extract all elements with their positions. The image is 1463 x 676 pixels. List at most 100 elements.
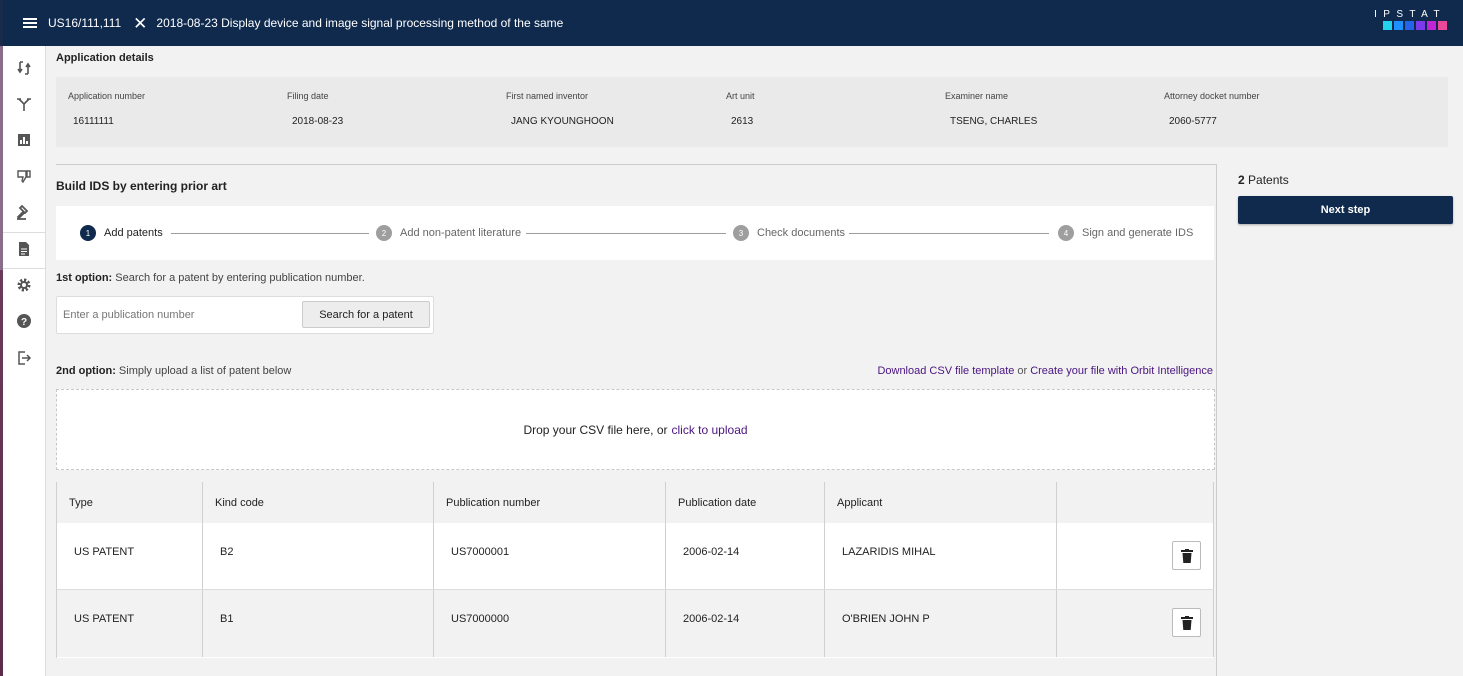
- chart-icon[interactable]: [14, 130, 34, 150]
- hamburger-menu-icon[interactable]: [23, 18, 37, 28]
- option-1-text: 1st option: Search for a patent by enter…: [56, 272, 365, 284]
- patents-table: Type Kind code Publication number Public…: [56, 482, 1214, 658]
- step-add-non-patent-literature[interactable]: 2 Add non-patent literature: [376, 225, 521, 241]
- logo-square: [1383, 21, 1392, 30]
- column-header-text: Type: [69, 497, 93, 509]
- application-details: Application number 16111111 Filing date …: [56, 77, 1448, 147]
- table-cell: US7000000: [434, 590, 666, 657]
- detail-label: First named inventor: [506, 91, 589, 101]
- patent-count-label: Patents: [1244, 173, 1289, 187]
- step-number: 3: [733, 225, 749, 241]
- cell-applicant: LAZARIDIS MIHAL: [842, 546, 936, 558]
- logout-icon[interactable]: [14, 348, 34, 368]
- compare-icon[interactable]: [14, 58, 34, 78]
- detail-label: Attorney docket number: [1164, 91, 1260, 101]
- detail-value: 2018-08-23: [292, 116, 344, 127]
- column-header: [1057, 482, 1214, 523]
- column-header: Publication number: [434, 482, 666, 523]
- option-2-description: Simply upload a list of patent below: [115, 365, 292, 377]
- table-cell: LAZARIDIS MIHAL: [825, 523, 1057, 589]
- step-number: 4: [1058, 225, 1074, 241]
- help-icon[interactable]: ?: [14, 311, 34, 331]
- delete-row-button[interactable]: [1172, 541, 1201, 570]
- table-cell: O'BRIEN JOHN P: [825, 590, 1057, 657]
- download-csv-template-link[interactable]: Download CSV file template: [877, 365, 1014, 377]
- logo-square: [1416, 21, 1425, 30]
- logo-square: [1438, 21, 1447, 30]
- build-ids-section: Build IDS by entering prior art 1 Add pa…: [56, 164, 1217, 676]
- branch-icon[interactable]: [14, 94, 34, 114]
- logo-square: [1394, 21, 1403, 30]
- detail-value: TSENG, CHARLES: [950, 116, 1038, 127]
- table-cell: [1057, 523, 1214, 589]
- step-add-patents[interactable]: 1 Add patents: [80, 225, 163, 241]
- detail-label: Examiner name: [945, 91, 1009, 101]
- thumb-down-icon[interactable]: [14, 166, 34, 186]
- search-patent-button[interactable]: Search for a patent: [302, 301, 430, 328]
- option-1-label: 1st option:: [56, 272, 113, 284]
- table-row: US PATENT B1 US7000000 2006-02-14 O'BRIE…: [57, 590, 1214, 657]
- column-header: Type: [57, 482, 203, 523]
- sidebar-divider: [3, 268, 46, 269]
- step-sign-and-generate-ids[interactable]: 4 Sign and generate IDS: [1058, 225, 1193, 241]
- sidebar-divider: [3, 232, 46, 233]
- option-1-description: Search for a patent by entering publicat…: [112, 272, 365, 284]
- table-cell: US7000001: [434, 523, 666, 589]
- cell-type: US PATENT: [74, 546, 135, 558]
- step-number: 2: [376, 225, 392, 241]
- cell-publication-date: 2006-02-14: [683, 613, 740, 625]
- table-cell: US PATENT: [57, 590, 203, 657]
- detail-label: Art unit: [726, 91, 755, 101]
- delete-row-button[interactable]: [1172, 608, 1201, 637]
- click-to-upload-link[interactable]: click to upload: [672, 423, 748, 437]
- logo-square: [1427, 21, 1436, 30]
- logo-text: IPSTAT: [1374, 9, 1446, 20]
- detail-value: 2060-5777: [1169, 116, 1217, 127]
- table-cell: B2: [203, 523, 434, 589]
- step-connector: [526, 233, 726, 234]
- detail-label: Filing date: [287, 91, 329, 101]
- application-details-title: Application details: [56, 52, 154, 64]
- table-cell: 2006-02-14: [666, 523, 825, 589]
- search-box: Search for a patent: [56, 296, 434, 334]
- step-label: Sign and generate IDS: [1082, 227, 1194, 239]
- column-header: Applicant: [825, 482, 1057, 523]
- publication-number-input[interactable]: [63, 305, 293, 325]
- detail-value: JANG KYOUNGHOON: [511, 116, 614, 127]
- patent-count: 2 Patents: [1238, 173, 1289, 187]
- column-header: Publication date: [666, 482, 825, 523]
- cell-applicant: O'BRIEN JOHN P: [842, 613, 930, 625]
- ipstat-logo: IPSTAT: [1367, 9, 1447, 30]
- svg-text:?: ?: [21, 317, 27, 328]
- build-ids-title: Build IDS by entering prior art: [56, 179, 227, 193]
- next-step-button[interactable]: Next step: [1238, 196, 1453, 224]
- cell-publication-number: US7000001: [451, 546, 510, 558]
- or-text: or: [1017, 365, 1028, 377]
- table-cell: US PATENT: [57, 523, 203, 589]
- cell-publication-date: 2006-02-14: [683, 546, 740, 558]
- option-2-label: 2nd option:: [56, 365, 116, 377]
- column-header-text: Publication date: [678, 497, 757, 509]
- trash-icon: [1180, 615, 1193, 630]
- step-label: Add non-patent literature: [400, 227, 522, 239]
- orbit-intelligence-link[interactable]: Create your file with Orbit Intelligence: [1030, 365, 1213, 377]
- document-icon[interactable]: [14, 239, 34, 259]
- dropzone-text: Drop your CSV file here, or: [523, 422, 668, 437]
- table-cell: B1: [203, 590, 434, 657]
- sidebar: ?: [3, 46, 46, 676]
- close-icon[interactable]: ✕: [133, 15, 147, 32]
- option-2-text: 2nd option: Simply upload a list of pate…: [56, 365, 291, 377]
- gavel-icon[interactable]: [14, 202, 34, 222]
- gear-icon[interactable]: [14, 275, 34, 295]
- logo-square: [1405, 21, 1414, 30]
- top-bar: US16/111,111 ✕ 2018-08-23 Display device…: [3, 0, 1463, 46]
- cell-type: US PATENT: [74, 613, 135, 625]
- step-connector: [849, 233, 1049, 234]
- step-number: 1: [80, 225, 96, 241]
- column-header-text: Applicant: [837, 497, 883, 509]
- step-label: Check documents: [757, 227, 846, 239]
- detail-value: 2613: [731, 116, 754, 127]
- csv-dropzone[interactable]: Drop your CSV file here, or click to uplo…: [56, 389, 1215, 470]
- stepper: 1 Add patents 2 Add non-patent literatur…: [56, 206, 1214, 260]
- step-check-documents[interactable]: 3 Check documents: [733, 225, 845, 241]
